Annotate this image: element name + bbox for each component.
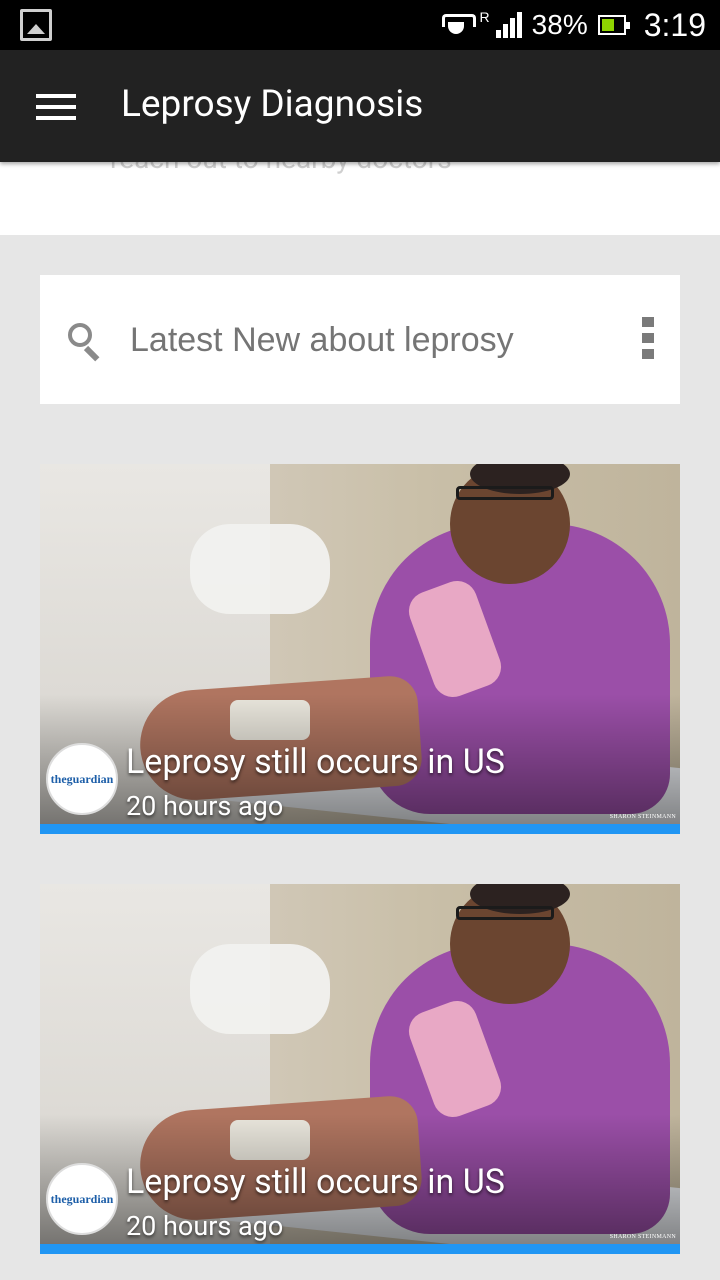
hamburger-menu-icon[interactable] <box>36 94 76 120</box>
clock: 3:19 <box>643 6 706 43</box>
news-accent-bar <box>40 824 680 834</box>
status-bar: R 38% 3:19 <box>0 0 720 50</box>
photo-credit: SHARON STEINMANN <box>609 814 676 820</box>
battery-percent: 38% <box>531 9 588 40</box>
source-logo: theguardian <box>46 743 118 815</box>
doctor-card[interactable]: reach out to nearby doctors <box>0 162 720 235</box>
source-logo: theguardian <box>46 1163 118 1235</box>
status-icons: R 38% 3:19 <box>441 0 706 50</box>
search-icon[interactable] <box>68 323 102 362</box>
app-bar: Leprosy Diagnosis <box>0 50 720 162</box>
news-time: 20 hours ago <box>126 1210 284 1242</box>
notification-icon <box>441 14 476 36</box>
more-options-icon[interactable] <box>642 317 654 359</box>
news-card[interactable]: SHARON STEINMANN theguardian Leprosy sti… <box>40 464 680 834</box>
roaming-indicator: R <box>479 9 490 25</box>
news-card[interactable]: SHARON STEINMANN theguardian Leprosy sti… <box>40 884 680 1254</box>
doctor-card-text: reach out to nearby doctors <box>110 162 452 175</box>
battery-icon <box>597 15 630 35</box>
search-input[interactable] <box>130 321 590 360</box>
news-title[interactable]: Leprosy still occurs in US <box>126 1162 505 1202</box>
page-title: Leprosy Diagnosis <box>121 83 424 126</box>
search-bar[interactable] <box>40 275 680 404</box>
news-time: 20 hours ago <box>126 790 284 822</box>
signal-icon <box>495 12 522 38</box>
image-notification-icon <box>20 9 52 41</box>
photo-credit: SHARON STEINMANN <box>609 1234 676 1240</box>
news-title[interactable]: Leprosy still occurs in US <box>126 742 505 782</box>
news-accent-bar <box>40 1244 680 1254</box>
